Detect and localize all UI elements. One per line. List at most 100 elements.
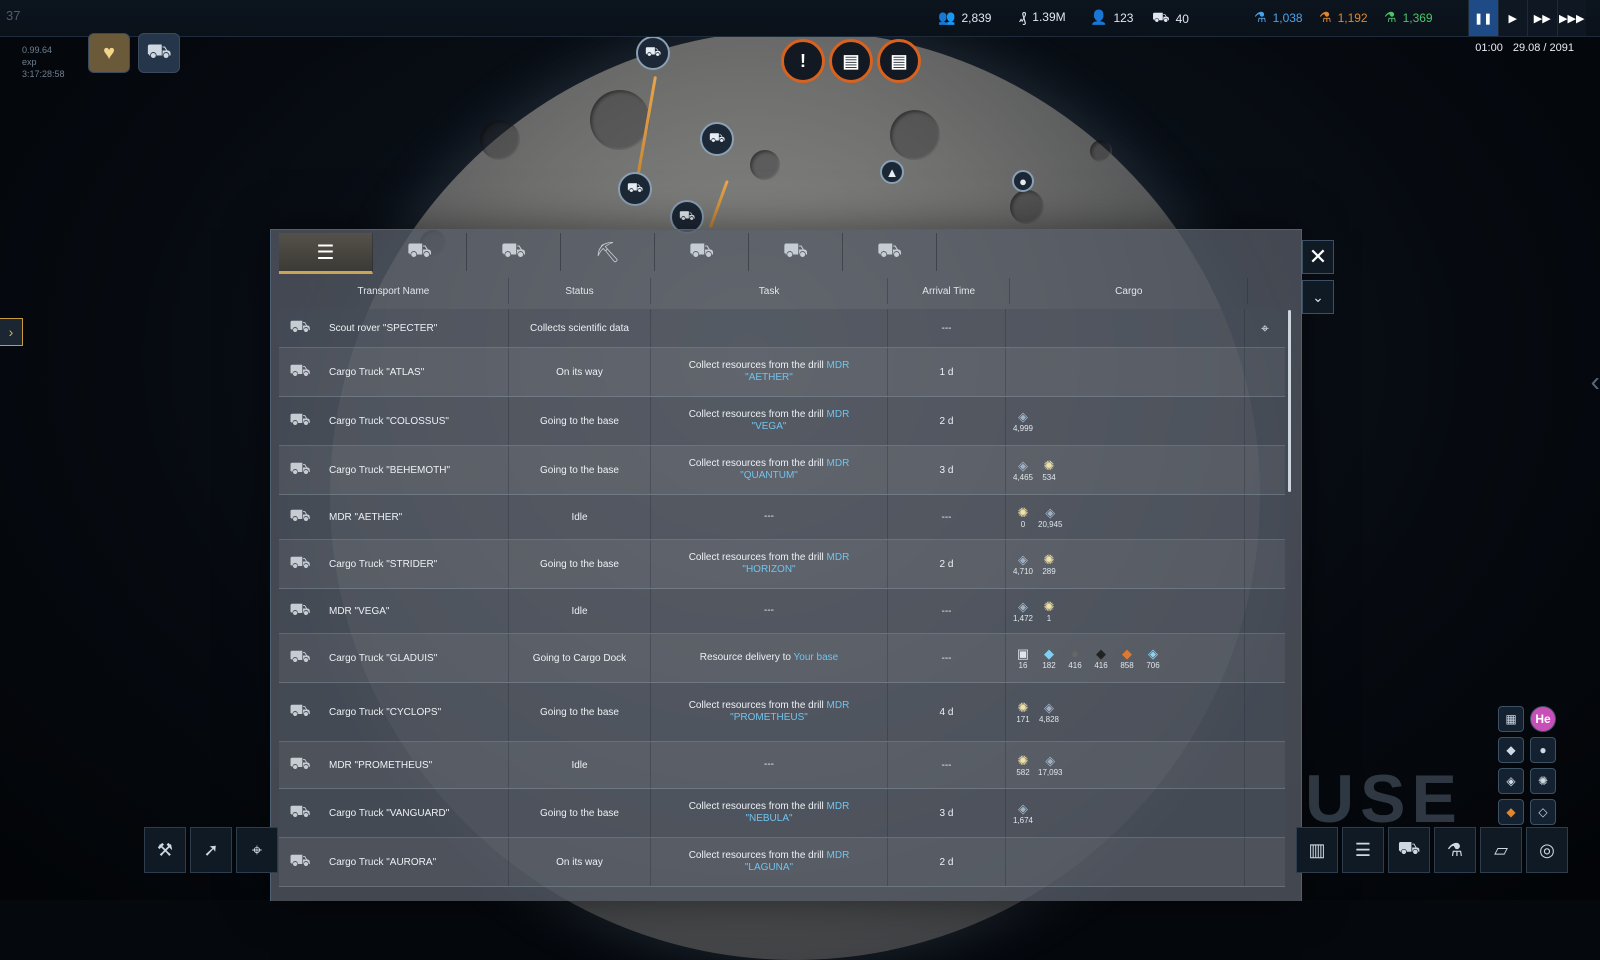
tab-list[interactable]: ☰ <box>279 233 373 274</box>
ice-filter-icon[interactable]: ◆ <box>1498 737 1524 763</box>
crystal-icon: ✺ <box>1043 458 1055 473</box>
ice-icon: ◆ <box>1044 646 1054 661</box>
status-cell: Going to the base <box>509 397 651 445</box>
tab-heavy-truck[interactable]: ⛟ <box>749 233 843 271</box>
tab-drill[interactable]: ⛟ <box>655 233 749 271</box>
cargo-item: ▣ 16 <box>1016 646 1030 670</box>
locate-cell: ⌖ <box>1245 309 1285 347</box>
table-row[interactable]: ⛟ Cargo Truck "STRIDER" Going to the base C… <box>279 540 1285 589</box>
launch-button[interactable]: ➚ <box>190 827 232 873</box>
table-row[interactable]: ⛟ Scout rover "SPECTER" Collects scientifi… <box>279 309 1285 348</box>
locate-cell <box>1245 397 1285 445</box>
heavy-truck-icon: ⛟ <box>782 239 809 262</box>
corner-number: 37 <box>6 8 21 23</box>
resource-vehicles[interactable]: ⛟ 40 <box>1152 9 1189 28</box>
arrival-time: --- <box>941 511 952 523</box>
copper-filter-icon[interactable]: ◆ <box>1498 799 1524 825</box>
journal-button[interactable]: ▱ <box>1480 827 1522 873</box>
map-truck-icon[interactable]: ⛟ <box>700 122 734 156</box>
ore-icon: ◈ <box>1018 409 1028 424</box>
ore-icon: ◈ <box>1045 505 1056 520</box>
task-cell: Collect resources from the drill MDR "PR… <box>651 683 888 741</box>
header-cargo[interactable]: Cargo <box>1010 278 1249 304</box>
rock-filter-icon[interactable]: ● <box>1530 737 1556 763</box>
map-button[interactable]: ⌖ <box>236 827 278 873</box>
task-cell: Collect resources from the drill MDR "HO… <box>651 540 888 588</box>
transport-name: MDR "AETHER" <box>329 511 403 523</box>
table-row[interactable]: ⛟ Cargo Truck "CYCLOPS" Going to the base C… <box>279 683 1285 742</box>
arrival-cell: --- <box>888 309 1006 347</box>
list-button[interactable]: ☰ <box>1342 827 1384 873</box>
vehicle-icon: ⛟ <box>1397 838 1421 858</box>
locate-cell <box>1245 789 1285 837</box>
cargo-item: ✺ 289 <box>1042 552 1056 576</box>
header-task[interactable]: Task <box>651 278 888 304</box>
resource-colonists[interactable]: 👥 2,839 <box>938 9 991 26</box>
ore-filter-icon[interactable]: ▦ <box>1498 706 1524 732</box>
close-button[interactable]: ✕ <box>1302 240 1334 274</box>
locate-pin-icon[interactable]: ⌖ <box>1261 320 1269 337</box>
globe-button[interactable]: ◎ <box>1526 827 1568 873</box>
arrival-cell: --- <box>888 495 1006 539</box>
cargo-item: ✺ 1 <box>1043 599 1055 623</box>
table-row[interactable]: ⛟ Cargo Truck "COLOSSUS" Going to the base… <box>279 397 1285 446</box>
cargo-cell: ◈ 1,674 <box>1006 789 1245 837</box>
map-rover-icon[interactable]: ⛟ <box>618 172 652 206</box>
blue-ore-filter-icon[interactable]: ◈ <box>1498 768 1524 794</box>
play-button[interactable]: ▶ <box>1497 0 1527 36</box>
fast-forward-button[interactable]: ▶▶ <box>1527 0 1557 36</box>
tab-excavator[interactable]: ⛏ <box>561 233 655 271</box>
collapse-button[interactable]: ⌄ <box>1302 280 1334 314</box>
arrival-cell: 3 d <box>888 789 1006 837</box>
table-row[interactable]: ⛟ Cargo Truck "GLADUIS" Going to Cargo Doc… <box>279 634 1285 683</box>
resource-people[interactable]: 👤 123 <box>1090 9 1133 26</box>
status-cell: Collects scientific data <box>509 309 651 347</box>
map-rover-icon[interactable]: ⛟ <box>636 36 670 70</box>
cargo-item: ◈ 4,465 <box>1012 458 1034 482</box>
rover-button[interactable]: ⛟ <box>138 33 180 73</box>
status-text: Going to the base <box>540 558 619 570</box>
alert-notification-icon[interactable]: ! <box>781 39 825 83</box>
resource-money[interactable]: ₰ 1.39M <box>1019 9 1066 25</box>
vehicle-icon: ⛟ <box>289 506 311 525</box>
table-row[interactable]: ⛟ Cargo Truck "VANGUARD" Going to the base… <box>279 789 1285 838</box>
header-status[interactable]: Status <box>509 278 652 304</box>
vehicle-icon: ⛟ <box>289 600 311 619</box>
tab-scout-rover[interactable]: ⛟ <box>373 233 467 271</box>
pause-button[interactable]: ❚❚ <box>1468 0 1498 36</box>
resource-science-orange[interactable]: ⚗ 1,192 <box>1319 9 1368 26</box>
he-icon[interactable]: He <box>1530 706 1556 732</box>
crystal-filter-icon[interactable]: ✺ <box>1530 768 1556 794</box>
research-button[interactable]: ⚗ <box>1434 827 1476 873</box>
task-link[interactable]: Your base <box>794 652 839 663</box>
tab-mdr[interactable]: ⛟ <box>843 233 937 271</box>
crystal-icon: ✺ <box>1043 599 1055 614</box>
report-notification-icon[interactable]: ▤ <box>877 39 921 83</box>
resource-science-green[interactable]: ⚗ 1,369 <box>1384 9 1433 26</box>
table-row[interactable]: ⛟ Cargo Truck "BEHEMOTH" Going to the base… <box>279 446 1285 495</box>
vehicles-button[interactable]: ⛟ <box>1388 827 1430 873</box>
build-button[interactable]: ⚒ <box>144 827 186 873</box>
header-name[interactable]: Transport Name <box>279 278 509 304</box>
task-text: --- <box>764 605 774 616</box>
header-arrival[interactable]: Arrival Time <box>888 278 1011 304</box>
arrival-time: --- <box>941 605 952 617</box>
tab-cargo-truck[interactable]: ⛟ <box>467 233 561 271</box>
map-marker-icon[interactable]: ● <box>1012 170 1034 192</box>
scrollbar[interactable] <box>1288 310 1291 492</box>
right-expand-tab[interactable]: ‹ <box>1591 366 1600 398</box>
table-row[interactable]: ⛟ MDR "PROMETHEUS" Idle --- --- ✺ 582 ◈ 17,093 <box>279 742 1285 789</box>
health-heart-button[interactable]: ♥ <box>88 33 130 73</box>
table-row[interactable]: ⛟ Cargo Truck "AURORA" On its way Collect r… <box>279 838 1285 887</box>
fastest-button[interactable]: ▶▶▶ <box>1556 0 1586 36</box>
table-row[interactable]: ⛟ MDR "VEGA" Idle --- --- ◈ 1,472 ✺ 1 <box>279 589 1285 634</box>
table-row[interactable]: ⛟ Cargo Truck "ATLAS" On its way Collect re… <box>279 348 1285 397</box>
left-expand-tab[interactable]: › <box>0 318 23 346</box>
report-notification-icon[interactable]: ▤ <box>829 39 873 83</box>
table-row[interactable]: ⛟ MDR "AETHER" Idle --- --- ✺ 0 ◈ 20,945 <box>279 495 1285 540</box>
task-cell: Collect resources from the drill MDR "NE… <box>651 789 888 837</box>
map-marker-icon[interactable]: ▲ <box>880 160 904 184</box>
resource-science-blue[interactable]: ⚗ 1,038 <box>1254 9 1303 26</box>
gem-filter-icon[interactable]: ◇ <box>1530 799 1556 825</box>
stats-button[interactable]: ▥ <box>1296 827 1338 873</box>
